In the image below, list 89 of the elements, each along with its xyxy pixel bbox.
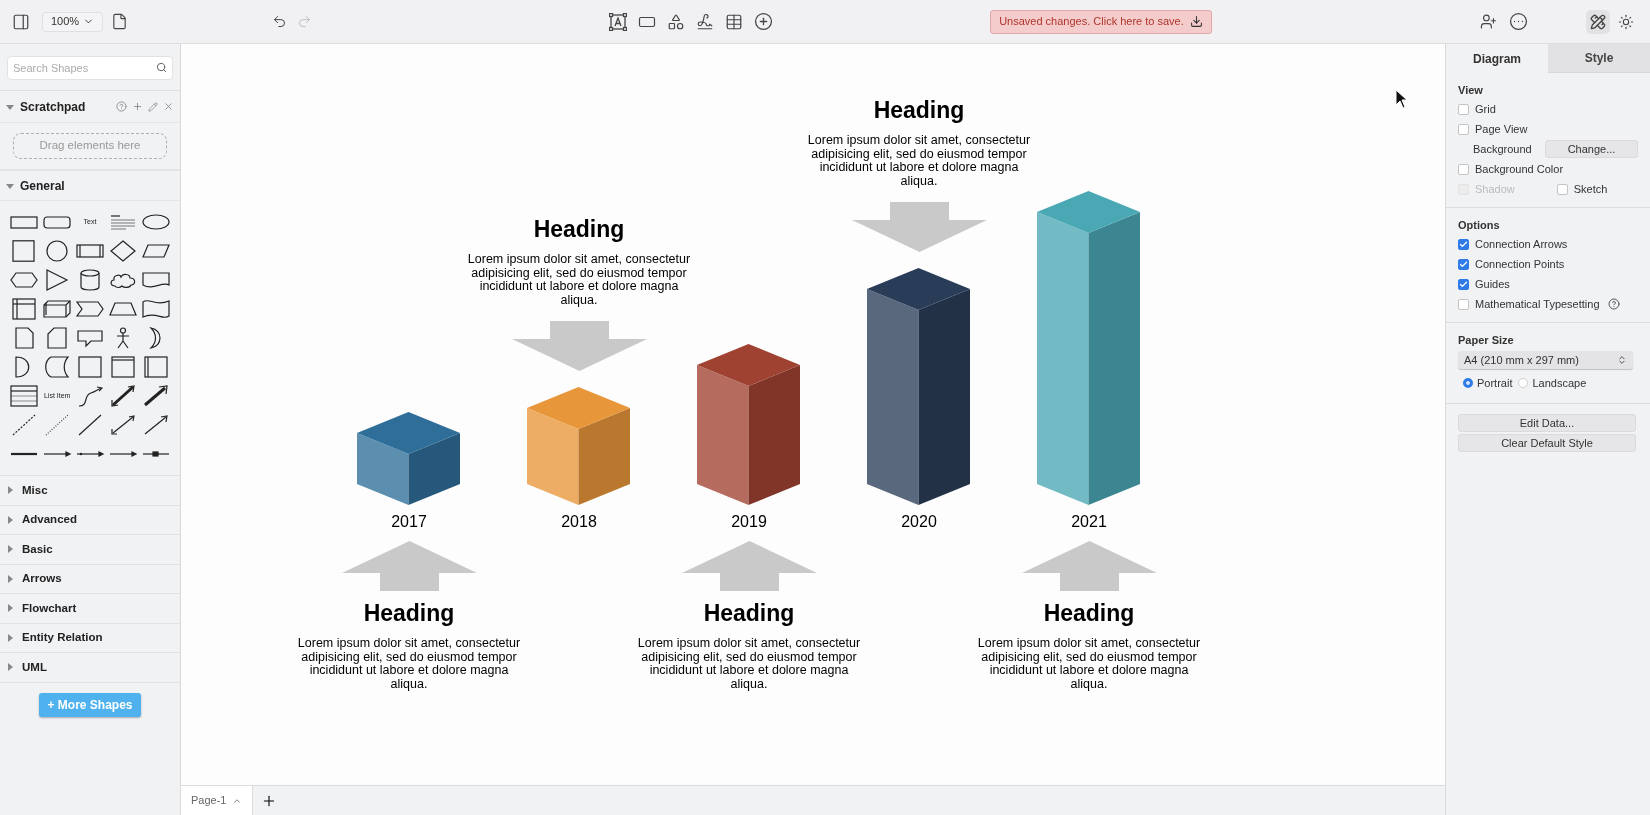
checkbox[interactable] [1458, 163, 1469, 175]
zoom-dropdown[interactable]: 100% [42, 11, 104, 32]
section-title[interactable]: Flowchart [22, 599, 77, 617]
section-title[interactable]: Advanced [22, 511, 77, 529]
caret-right-icon[interactable] [6, 663, 14, 672]
body-text: Lorem ipsum dolor sit amet, consectetur adipisicing elit, sed do eiusmod tempor incididunt ut labore et dolore magna aliqua. [467, 253, 691, 307]
option-label: Mathematical Typesetting [1475, 296, 1600, 312]
year-label: 2019 [730, 513, 768, 531]
caret-right-icon[interactable] [6, 574, 14, 583]
section-title[interactable]: General [20, 176, 65, 195]
mouse-cursor-icon [1395, 89, 1409, 109]
option-label: Landscape [1532, 375, 1587, 391]
body-text: Lorem ipsum dolor sit amet, consectetur adipisicing elit, sed do eiusmod tempor incididunt ut labore et dolore magna aliqua. [637, 637, 861, 691]
heading-text: Heading [363, 599, 455, 627]
caret-right-icon[interactable] [6, 604, 14, 613]
option-label: Background Color [1475, 161, 1564, 177]
caret-down-icon[interactable] [6, 102, 14, 111]
year-label: 2017 [390, 513, 428, 531]
section-title[interactable]: Arrows [22, 570, 62, 588]
search-field[interactable]: Search Shapes [7, 56, 173, 80]
option-label: Grid [1475, 101, 1496, 117]
table-icon[interactable] [725, 12, 744, 31]
add-icon[interactable] [754, 12, 774, 31]
caret-right-icon[interactable] [6, 515, 14, 524]
text-box-icon[interactable] [609, 12, 628, 31]
body-text: Lorem ipsum dolor sit amet, consectetur adipisicing elit, sed do eiusmod tempor incididunt ut labore et dolore magna aliqua. [807, 134, 1031, 188]
option-label: Page View [1475, 121, 1528, 137]
section-title[interactable]: Scratchpad [20, 97, 86, 116]
option-label: Shadow [1475, 181, 1515, 197]
year-label: 2021 [1070, 513, 1108, 531]
section-title: Paper Size [1458, 332, 1515, 348]
page-tab[interactable]: Page-1 [181, 786, 254, 815]
tape-icon[interactable] [139, 298, 172, 320]
caret-right-icon[interactable] [6, 545, 14, 554]
caret-right-icon[interactable] [6, 633, 14, 642]
select-arrows-icon[interactable] [1617, 355, 1627, 365]
shapes-icon[interactable] [667, 12, 686, 31]
option-label: Background [1473, 141, 1532, 157]
add-user-icon[interactable] [1480, 13, 1497, 30]
year-label: 2018 [560, 513, 598, 531]
heading-text: Heading [533, 215, 625, 243]
section-title: View [1458, 82, 1484, 98]
heading-text: Heading [703, 599, 795, 627]
close-icon[interactable] [163, 101, 174, 112]
section-title: Options [1458, 217, 1501, 233]
caret-right-icon[interactable] [6, 486, 14, 495]
search-icon[interactable] [156, 62, 167, 73]
change-button[interactable]: Change... [1545, 140, 1638, 158]
help-icon[interactable] [1607, 298, 1620, 310]
option-label: Sketch [1573, 181, 1608, 197]
checkbox[interactable] [1458, 258, 1469, 270]
body-text: Lorem ipsum dolor sit amet, consectetur adipisicing elit, sed do eiusmod tempor incididunt ut labore et dolore magna aliqua. [297, 637, 521, 691]
cube-icon[interactable] [40, 298, 74, 320]
drop-zone: Drag elements here [13, 133, 167, 159]
section-title[interactable]: Entity Relation [22, 629, 103, 647]
section-title[interactable]: UML [22, 658, 47, 676]
checkbox[interactable] [1556, 183, 1568, 195]
radio-button[interactable] [1463, 378, 1473, 388]
option-label: Guides [1475, 276, 1510, 292]
checkbox[interactable] [1458, 278, 1469, 290]
more-icon[interactable] [1509, 12, 1528, 31]
undo-icon[interactable] [272, 14, 288, 29]
document-icon[interactable] [139, 269, 172, 291]
heading-text: Heading [1043, 599, 1135, 627]
panel-tab[interactable]: Style [1548, 44, 1650, 73]
freehand-icon[interactable] [696, 12, 715, 31]
theme-icon[interactable] [1618, 13, 1634, 30]
panel-button[interactable]: Edit Data... [1458, 414, 1636, 432]
option-label: Portrait [1477, 375, 1513, 391]
body-text: Lorem ipsum dolor sit amet, consectetur adipisicing elit, sed do eiusmod tempor incididunt ut labore et dolore magna aliqua. [977, 637, 1201, 691]
list-icon[interactable] [8, 385, 41, 407]
page-icon[interactable] [111, 13, 129, 30]
option-label: Connection Points [1475, 256, 1565, 272]
panel-button[interactable]: Clear Default Style [1458, 434, 1636, 452]
year-label: 2020 [900, 513, 938, 531]
checkbox[interactable] [1458, 103, 1469, 115]
format-tools-icon[interactable] [1586, 9, 1610, 34]
ellipse-icon[interactable] [139, 211, 172, 233]
paper-size-select[interactable]: A4 (210 mm x 297 mm) [1458, 351, 1633, 369]
section-title[interactable]: Misc [22, 481, 48, 499]
checkbox[interactable] [1458, 123, 1469, 135]
checkbox[interactable] [1458, 298, 1469, 310]
caret-down-icon[interactable] [6, 181, 14, 190]
save-banner[interactable]: Unsaved changes. Click here to save. [990, 9, 1212, 34]
heading-text: Heading [873, 96, 965, 124]
section-title[interactable]: Basic [22, 540, 53, 558]
option-label: Connection Arrows [1475, 236, 1568, 252]
sidebar-toggle-icon[interactable] [12, 12, 30, 31]
checkbox[interactable] [1458, 238, 1469, 250]
